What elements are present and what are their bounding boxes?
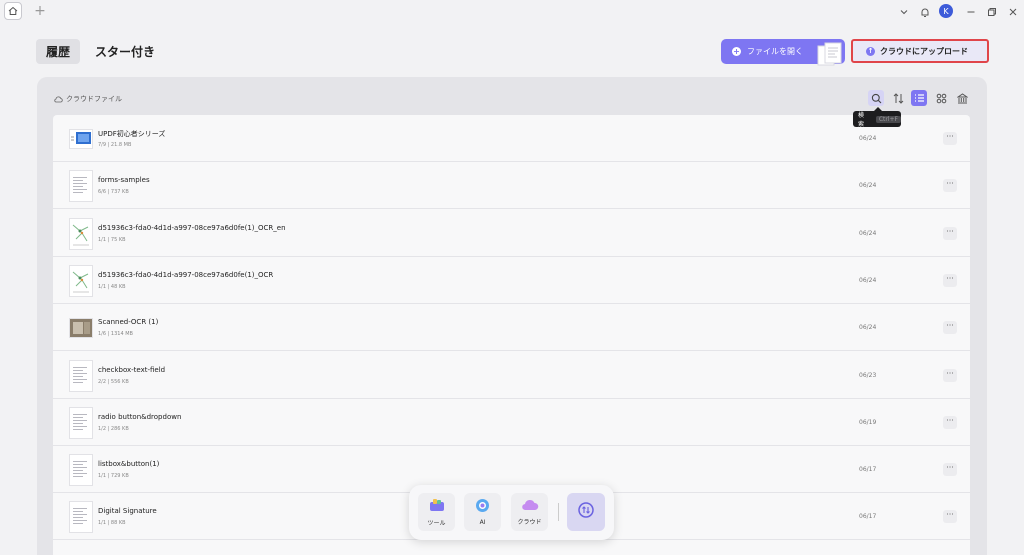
- file-meta: 1/1 | 48 KB: [98, 283, 126, 290]
- more-options-icon[interactable]: ···: [943, 510, 957, 524]
- file-row[interactable]: radio button&dropdown 1/2 | 286 KB 06/19 ··…: [53, 399, 970, 446]
- search-icon[interactable]: [868, 90, 884, 106]
- file-name: radio button&dropdown: [98, 412, 182, 421]
- file-name: d51936c3-fda0-4d1d-a997-08ce97a6d0fe(1)_…: [98, 270, 274, 279]
- plus-icon: +: [732, 47, 741, 56]
- close-icon[interactable]: [1004, 3, 1022, 21]
- file-date: 06/23: [859, 371, 877, 379]
- more-options-icon[interactable]: ···: [943, 321, 957, 335]
- file-name: listbox&button(1): [98, 460, 160, 469]
- tooltip-shortcut: Ctrl+F: [875, 115, 901, 123]
- file-meta: 1/1 | 75 KB: [98, 236, 126, 243]
- file-thumbnail: [69, 170, 93, 203]
- documents-illustration: [815, 42, 845, 66]
- chevron-down-icon[interactable]: [895, 3, 913, 21]
- open-file-label: ファイルを開く: [747, 47, 803, 56]
- cloud-files-breadcrumb[interactable]: クラウドファイル: [54, 92, 122, 106]
- dock-cloud-label: クラウド: [517, 518, 542, 526]
- dock-ai-label: AI: [479, 519, 486, 526]
- list-view-icon[interactable]: [911, 90, 927, 106]
- tools-icon: [429, 498, 445, 514]
- file-name: d51936c3-fda0-4d1d-a997-08ce97a6d0fe(1)_…: [98, 223, 286, 232]
- file-date: 06/24: [859, 229, 877, 237]
- dock-tools-label: ツール: [427, 519, 446, 527]
- home-icon[interactable]: [4, 2, 22, 20]
- avatar[interactable]: K: [939, 4, 953, 18]
- grid-view-icon[interactable]: [933, 90, 949, 106]
- tab-starred[interactable]: スター付き: [92, 39, 158, 64]
- file-row[interactable]: Scanned-OCR (1) 1/6 | 1314 MB 06/24 ···: [53, 304, 970, 352]
- file-thumbnail: [69, 264, 93, 297]
- sort-icon[interactable]: [890, 90, 906, 106]
- dock-tools-button[interactable]: ツール: [418, 493, 455, 531]
- file-thumbnail: [69, 217, 93, 250]
- file-meta: 1/1 | 729 KB: [98, 473, 129, 480]
- more-options-icon[interactable]: ···: [943, 132, 957, 145]
- file-meta: 7/9 | 21.8 MB: [98, 142, 132, 148]
- bank-icon[interactable]: [954, 90, 970, 106]
- file-date: 06/17: [859, 466, 877, 474]
- file-row[interactable]: d51936c3-fda0-4d1d-a997-08ce97a6d0fe(1)_…: [53, 210, 970, 257]
- file-thumbnail: [69, 318, 93, 339]
- file-thumbnail: [69, 406, 93, 439]
- more-options-icon[interactable]: ···: [943, 273, 957, 287]
- cloud-files-label: クラウドファイル: [66, 95, 122, 103]
- upload-icon: ↑: [866, 46, 875, 56]
- dock-cloud-button[interactable]: クラウド: [511, 493, 548, 531]
- search-tooltip: 検索 Ctrl+F: [853, 107, 901, 128]
- cloud-icon: [54, 96, 63, 102]
- more-options-icon[interactable]: ···: [943, 179, 957, 193]
- file-thumbnail: [69, 359, 93, 392]
- tooltip-label: 検索: [858, 112, 865, 128]
- file-meta: 1/6 | 1314 MB: [98, 331, 133, 338]
- notification-icon[interactable]: [916, 3, 934, 21]
- file-name: forms-samples: [98, 176, 150, 185]
- history-icon: [577, 501, 595, 523]
- file-name: Digital Signature: [98, 507, 157, 516]
- file-thumbnail: [69, 129, 93, 149]
- file-thumbnail: [69, 501, 93, 534]
- restore-icon[interactable]: [983, 3, 1001, 21]
- upload-label: クラウドにアップロード: [880, 46, 968, 56]
- file-meta: 1/1 | 88 KB: [98, 520, 126, 527]
- title-bar: + K: [0, 0, 1024, 22]
- file-name: checkbox-text-field: [98, 365, 166, 374]
- file-meta: 6/6 | 737 KB: [98, 189, 129, 196]
- file-date: 06/24: [859, 135, 877, 142]
- file-row[interactable]: forms-samples 6/6 | 737 KB 06/24 ···: [53, 162, 970, 210]
- dock-separator: [558, 503, 559, 521]
- more-options-icon[interactable]: ···: [943, 463, 957, 477]
- file-thumbnail: [69, 454, 93, 487]
- file-date: 06/24: [859, 324, 877, 332]
- file-row[interactable]: checkbox-text-field 2/2 | 556 KB 06/23 ···: [53, 352, 970, 399]
- file-meta: 1/2 | 286 KB: [98, 425, 129, 432]
- more-options-icon[interactable]: ···: [943, 226, 957, 240]
- file-meta: 2/2 | 556 KB: [98, 378, 129, 385]
- more-options-icon[interactable]: ···: [943, 415, 957, 429]
- file-name: Scanned-OCR (1): [98, 318, 159, 327]
- dock-history-button[interactable]: [567, 493, 605, 531]
- file-date: 06/19: [859, 418, 877, 426]
- file-date: 06/24: [859, 276, 877, 284]
- minimize-icon[interactable]: [962, 3, 980, 21]
- upload-to-cloud-button[interactable]: ↑ クラウドにアップロード: [851, 39, 989, 63]
- new-tab-icon[interactable]: +: [31, 2, 49, 20]
- file-date: 06/17: [859, 513, 877, 521]
- dock-ai-button[interactable]: AI: [464, 493, 501, 531]
- file-row[interactable]: UPDF初心者シリーズ 7/9 | 21.8 MB 06/24 ···: [53, 115, 970, 162]
- bottom-dock: ツール AI クラウド: [409, 485, 614, 540]
- tab-history[interactable]: 履歴: [36, 39, 80, 64]
- cloud-icon: [521, 499, 539, 513]
- file-name: UPDF初心者シリーズ: [98, 130, 166, 138]
- file-row[interactable]: d51936c3-fda0-4d1d-a997-08ce97a6d0fe(1)_…: [53, 257, 970, 304]
- more-options-icon[interactable]: ···: [943, 368, 957, 382]
- ai-icon: [475, 498, 490, 515]
- file-date: 06/24: [859, 182, 877, 190]
